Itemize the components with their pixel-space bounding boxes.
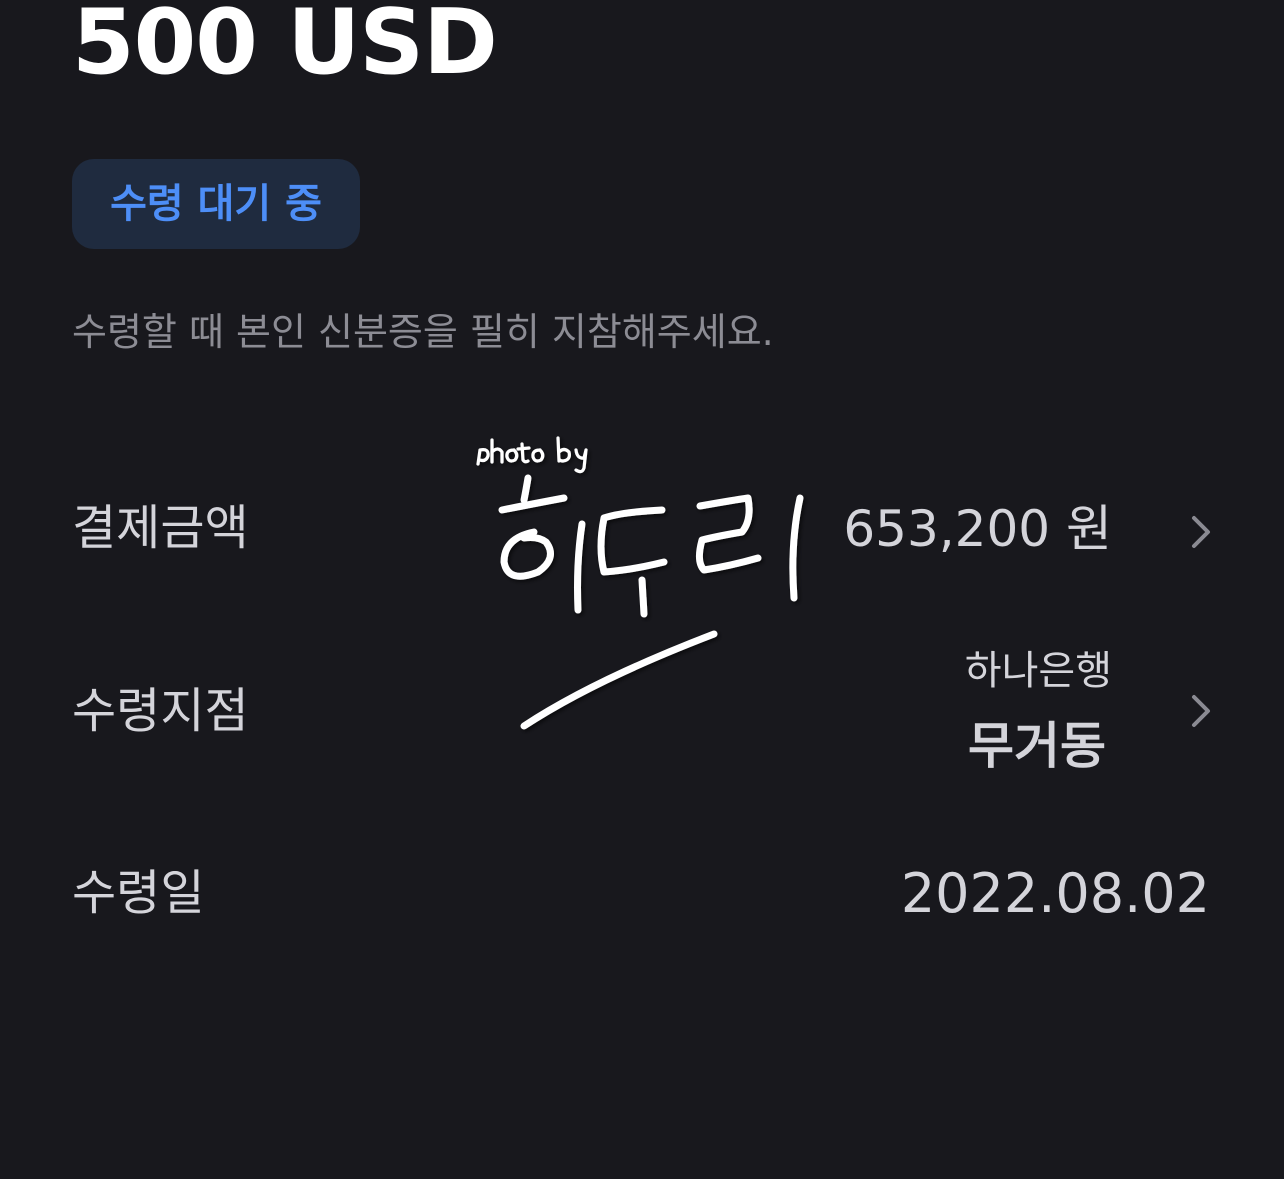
date-label: 수령일: [72, 865, 205, 921]
branch-label: 수령지점: [72, 683, 249, 739]
chevron-right-icon[interactable]: [1188, 691, 1216, 731]
status-badge-label: 수령 대기 중: [110, 181, 322, 227]
branch-bank: 하나은행: [964, 648, 1112, 694]
status-badge: 수령 대기 중: [72, 159, 360, 249]
payment-value: 653,200 원: [843, 500, 1112, 558]
notice-text: 수령할 때 본인 신분증을 필히 지참해주세요.: [72, 310, 774, 354]
branch-name: 무거동: [968, 717, 1106, 775]
date-row: 수령일 2022.08.02: [0, 845, 1284, 945]
date-value: 2022.08.02: [900, 862, 1210, 925]
amount-title: 500 USD: [72, 0, 498, 95]
photo-watermark: [476, 436, 804, 730]
payment-label: 결제금액: [72, 500, 249, 556]
chevron-right-icon[interactable]: [1188, 512, 1216, 552]
